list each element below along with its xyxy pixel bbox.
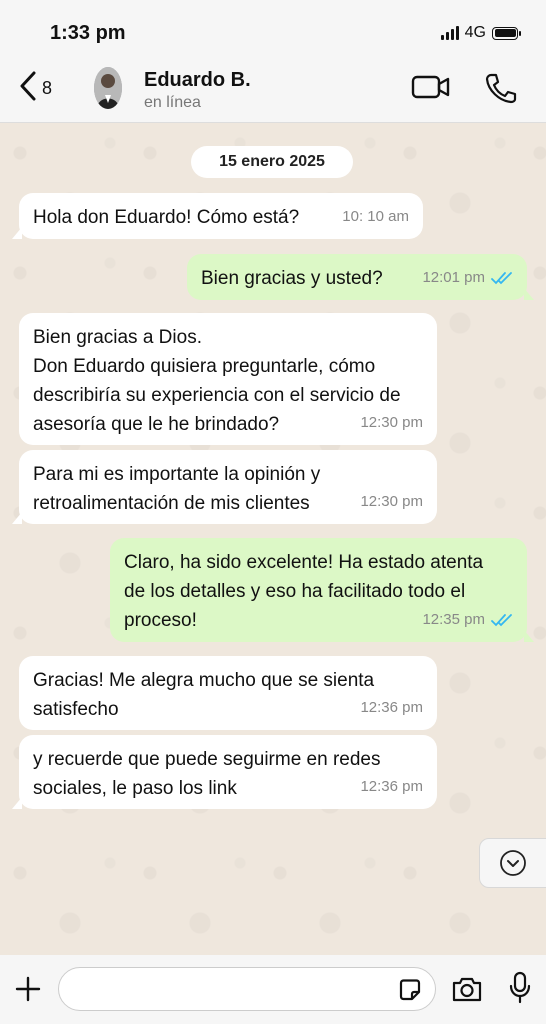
network-label: 4G (464, 24, 486, 41)
double-check-icon (491, 613, 512, 626)
message-input-container (58, 967, 436, 1011)
back-chevron-icon (20, 71, 36, 101)
sticker-button[interactable] (397, 977, 423, 1008)
status-time: 1:33 pm (50, 22, 126, 44)
camera-button[interactable] (451, 975, 483, 1008)
plus-icon (15, 976, 41, 1002)
chat-header: 8 Eduardo B. en línea (0, 60, 546, 123)
message-time: 12:30 pm (360, 414, 423, 431)
incoming-message[interactable]: Bien gracias a Dios. Don Eduardo quisier… (19, 313, 437, 445)
attach-button[interactable] (14, 975, 42, 1008)
status-bar: 1:33 pm 4G (0, 0, 546, 60)
voice-call-button[interactable] (484, 72, 518, 109)
message-time: 12:01 pm (422, 263, 513, 292)
incoming-message[interactable]: Gracias! Me alegra mucho que se sienta s… (19, 656, 437, 730)
outgoing-message[interactable]: Claro, ha sido excelente! Ha estado aten… (110, 538, 534, 642)
phone-icon (485, 73, 517, 104)
avatar[interactable] (94, 67, 122, 109)
input-bar (0, 955, 546, 1024)
message-text: Para mi es importante la opinión y retro… (33, 464, 326, 514)
microphone-button[interactable] (509, 971, 531, 1010)
chevron-down-icon (500, 850, 526, 876)
message-time: 12:36 pm (360, 778, 423, 795)
message-time: 12:36 pm (360, 699, 423, 716)
camera-icon (452, 977, 482, 1002)
video-call-button[interactable] (411, 72, 451, 107)
scroll-to-bottom-button[interactable] (479, 838, 546, 888)
sticker-icon (399, 979, 421, 1001)
message-input[interactable] (73, 968, 397, 1010)
microphone-icon (509, 971, 531, 1004)
message-time: 10: 10 am (342, 208, 409, 225)
battery-icon (492, 26, 521, 40)
back-button[interactable]: 8 (18, 70, 52, 102)
message-time: 12:35 pm (422, 605, 513, 634)
date-separator: 15 enero 2025 (191, 146, 353, 178)
contact-status: en línea (144, 94, 201, 111)
incoming-message[interactable]: y recuerde que puede seguirme en redes s… (12, 735, 437, 809)
incoming-message[interactable]: Para mi es importante la opinión y retro… (12, 450, 437, 524)
chat-area[interactable]: 15 enero 2025 Hola don Eduardo! Cómo est… (0, 123, 546, 955)
double-check-icon (491, 271, 512, 284)
signal-icon (440, 26, 459, 40)
outgoing-message[interactable]: Bien gracias y usted? 12:01 pm (187, 254, 534, 300)
message-time: 12:30 pm (360, 493, 423, 510)
contact-name[interactable]: Eduardo B. (144, 69, 251, 92)
incoming-message[interactable]: Hola don Eduardo! Cómo está? 10: 10 am (12, 193, 423, 239)
status-indicators: 4G (440, 24, 521, 42)
unread-count: 8 (42, 77, 53, 98)
video-call-icon (411, 75, 450, 99)
